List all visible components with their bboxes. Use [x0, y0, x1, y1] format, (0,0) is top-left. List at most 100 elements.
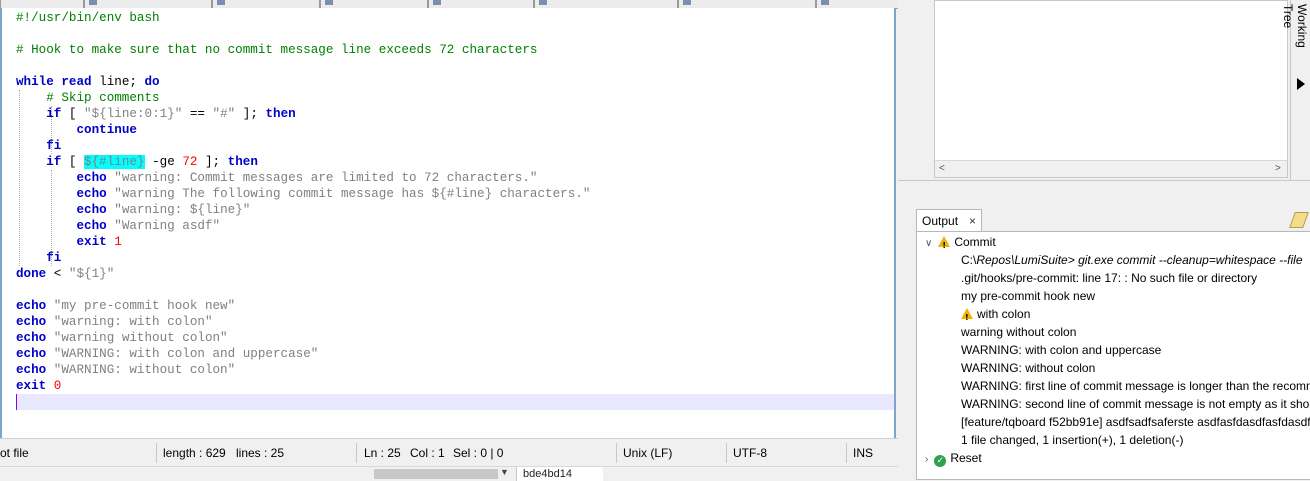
- file-icon: [217, 0, 225, 5]
- code-token: read: [61, 75, 92, 89]
- output-line-text: warning without colon: [961, 325, 1077, 339]
- tree-horizontal-scrollbar[interactable]: < >: [935, 160, 1287, 177]
- code-editor[interactable]: #!/usr/bin/env bash # Hook to make sure t…: [0, 8, 896, 438]
- status-insert-mode[interactable]: INS: [853, 439, 873, 467]
- file-icon: [433, 0, 441, 5]
- tab-output-label: Output: [922, 214, 959, 228]
- code-line[interactable]: exit 0: [16, 378, 894, 394]
- code-line[interactable]: echo "warning The following commit messa…: [16, 186, 894, 202]
- output-tree[interactable]: ∨ Commit C:\Repos\LumiSuite> git.exe commi…: [916, 231, 1310, 480]
- code-line[interactable]: if [ "${line:0:1}" == "#" ]; then: [16, 106, 894, 122]
- status-line-number: Ln : 25: [364, 446, 401, 460]
- code-line[interactable]: if [ ${#line} -ge 72 ]; then: [16, 154, 894, 170]
- code-token: 0: [53, 379, 62, 393]
- code-line[interactable]: [16, 394, 894, 410]
- code-line[interactable]: echo "warning: Commit messages are limit…: [16, 170, 894, 186]
- panel-splitter[interactable]: [898, 180, 1310, 209]
- output-line[interactable]: C:\Repos\LumiSuite> git.exe commit --cle…: [961, 251, 1303, 269]
- output-line[interactable]: .git/hooks/pre-commit: line 17: : No suc…: [961, 269, 1257, 287]
- output-line[interactable]: warning without colon: [961, 323, 1076, 341]
- code-token: ];: [197, 155, 228, 169]
- code-line[interactable]: fi: [16, 250, 894, 266]
- code-lines: #!/usr/bin/env bash # Hook to make sure t…: [16, 10, 894, 410]
- code-line[interactable]: echo "my pre-commit hook new": [16, 298, 894, 314]
- scroll-right-arrow-icon[interactable]: ▼: [500, 467, 509, 477]
- code-token: echo: [16, 299, 47, 313]
- code-line[interactable]: echo "WARNING: with colon and uppercase": [16, 346, 894, 362]
- code-line[interactable]: fi: [16, 138, 894, 154]
- code-line[interactable]: done < "${1}": [16, 266, 894, 282]
- code-line[interactable]: [16, 282, 894, 298]
- code-token: echo: [16, 331, 47, 345]
- code-line[interactable]: [16, 58, 894, 74]
- tree-view[interactable]: < >: [934, 0, 1288, 178]
- horizontal-scrollbar-thumb[interactable]: [374, 469, 498, 479]
- code-line[interactable]: echo "WARNING: without colon": [16, 362, 894, 378]
- code-token: "${1}": [68, 267, 115, 281]
- code-token: "warning The following commit message ha…: [114, 187, 591, 201]
- output-group-reset[interactable]: › ✓ Reset: [925, 449, 982, 467]
- code-line[interactable]: #!/usr/bin/env bash: [16, 10, 894, 26]
- close-icon[interactable]: ×: [969, 210, 976, 232]
- expand-arrow-icon[interactable]: [1297, 78, 1305, 90]
- code-line[interactable]: echo "warning without colon": [16, 330, 894, 346]
- code-line[interactable]: # Skip comments: [16, 90, 894, 106]
- code-token: "#": [212, 107, 236, 121]
- code-token: echo: [16, 347, 47, 361]
- tab-working-tree[interactable]: Working Tree: [1281, 4, 1309, 74]
- output-panel: Output × ∨ Commit C:\Repos\LumiSuite> git.…: [914, 208, 1310, 480]
- code-token: fi: [46, 251, 62, 265]
- code-line[interactable]: # Hook to make sure that no commit messa…: [16, 42, 894, 58]
- code-token: exit: [16, 379, 47, 393]
- output-line-text: [feature/tqboard f52bb91e] asdfsadfsafer…: [961, 415, 1310, 429]
- code-line[interactable]: echo "warning: ${line}": [16, 202, 894, 218]
- code-line[interactable]: echo "warning: with colon": [16, 314, 894, 330]
- pin-icon[interactable]: [1289, 212, 1309, 228]
- status-encoding[interactable]: UTF-8: [733, 439, 767, 467]
- output-line[interactable]: WARNING: with colon and uppercase: [961, 341, 1161, 359]
- code-token: ==: [182, 107, 213, 121]
- chevron-down-icon[interactable]: ∨: [925, 238, 932, 249]
- output-line[interactable]: WARNING: first line of commit message is…: [961, 377, 1310, 395]
- code-line[interactable]: exit 1: [16, 234, 894, 250]
- code-line[interactable]: continue: [16, 122, 894, 138]
- code-token: continue: [76, 123, 137, 137]
- code-token: if: [46, 107, 62, 121]
- status-eol[interactable]: Unix (LF): [623, 439, 672, 467]
- output-line-text: .git/hooks/pre-commit: line 17: : No suc…: [961, 271, 1258, 285]
- output-line[interactable]: my pre-commit hook new: [961, 287, 1095, 305]
- output-line[interactable]: WARNING: second line of commit message i…: [961, 395, 1310, 413]
- code-token: 72: [182, 155, 198, 169]
- output-group-commit[interactable]: ∨ Commit: [925, 233, 996, 255]
- output-line-text: with colon: [977, 307, 1031, 321]
- code-line[interactable]: [16, 26, 894, 42]
- scroll-left-icon[interactable]: <: [939, 163, 945, 174]
- tab-output[interactable]: Output ×: [916, 209, 982, 231]
- file-icon: [325, 0, 333, 5]
- code-token: "warning: Commit messages are limited to…: [114, 171, 538, 185]
- scroll-right-icon[interactable]: >: [1275, 163, 1281, 174]
- output-line[interactable]: 1 file changed, 1 insertion(+), 1 deleti…: [961, 431, 1183, 449]
- file-icon: [539, 0, 547, 5]
- code-token: "warning: with colon": [53, 315, 213, 329]
- code-line[interactable]: echo "Warning asdf": [16, 218, 894, 234]
- code-token: "warning without colon": [53, 331, 228, 345]
- code-line[interactable]: while read line; do: [16, 74, 894, 90]
- chevron-right-icon[interactable]: ›: [925, 454, 928, 465]
- output-line[interactable]: with colon: [961, 305, 1031, 327]
- output-line[interactable]: [feature/tqboard f52bb91e] asdfsadfsafer…: [961, 413, 1310, 431]
- code-token: echo: [16, 315, 47, 329]
- code-token: echo: [76, 171, 107, 185]
- output-group-title: Commit: [954, 235, 996, 249]
- right-top-panel: < > Working Tree: [898, 0, 1310, 180]
- code-token: then: [265, 107, 296, 121]
- output-line[interactable]: WARNING: without colon: [961, 359, 1095, 377]
